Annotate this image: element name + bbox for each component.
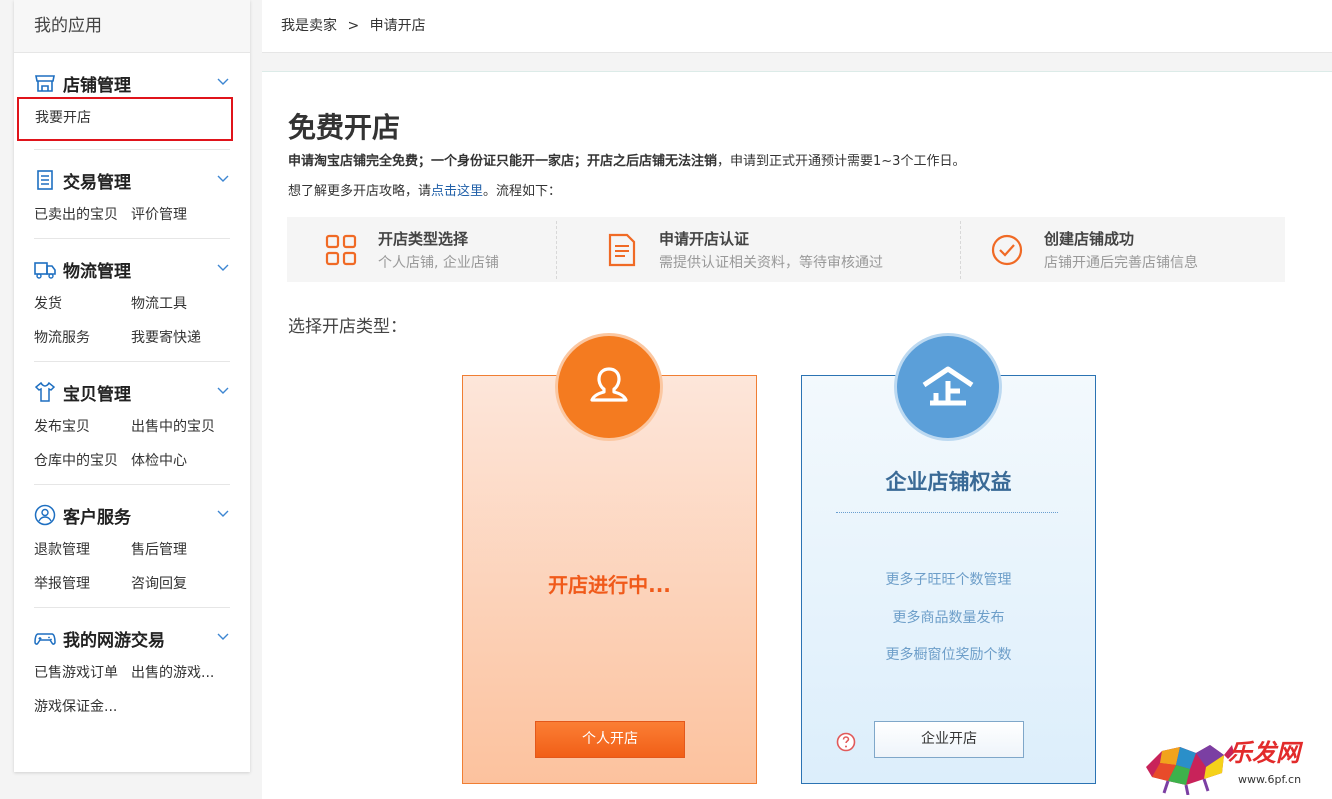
chevron-down-icon[interactable] bbox=[216, 383, 230, 397]
step-title: 申请开店认证 bbox=[659, 229, 750, 248]
sidebar-item-items-on-sale[interactable]: 出售中的宝贝 bbox=[131, 410, 228, 444]
process-steps: 开店类型选择 个人店铺, 企业店铺 申请开店认证 需提供认证相关资料，等待审核通… bbox=[287, 217, 1285, 282]
sidebar-item-games-for-sale[interactable]: 出售的游戏... bbox=[131, 656, 228, 690]
receipt-icon bbox=[34, 169, 56, 191]
check-circle-icon bbox=[991, 234, 1023, 265]
chevron-down-icon[interactable] bbox=[216, 171, 230, 185]
grid-icon bbox=[325, 234, 357, 265]
watermark-text: 乐发网 bbox=[1228, 738, 1300, 767]
section-title: 宝贝管理 bbox=[63, 384, 131, 405]
description-rest: ，申请到正式开通预计需要1~3个工作日。 bbox=[717, 154, 966, 169]
section-header-shop[interactable]: 店铺管理 bbox=[34, 71, 230, 96]
description-pre: 想了解更多开店攻略，请 bbox=[288, 184, 432, 199]
step-apply-certification: 申请开店认证 需提供认证相关资料，等待审核通过 bbox=[605, 217, 883, 282]
section-links: 发布宝贝 出售中的宝贝 仓库中的宝贝 体检中心 bbox=[34, 410, 230, 478]
section-header-trade[interactable]: 交易管理 bbox=[34, 168, 230, 193]
section-title: 我的网游交易 bbox=[63, 630, 165, 651]
section-title: 交易管理 bbox=[63, 172, 131, 193]
user-circle-icon bbox=[34, 504, 56, 526]
sidebar-item-items-in-warehouse[interactable]: 仓库中的宝贝 bbox=[34, 444, 131, 478]
chevron-down-icon[interactable] bbox=[216, 260, 230, 274]
sidebar-item-logistics-service[interactable]: 物流服务 bbox=[34, 321, 131, 355]
section-customer-service: 客户服务 退款管理 售后管理 举报管理 咨询回复 bbox=[34, 485, 230, 608]
sidebar-item-after-sales[interactable]: 售后管理 bbox=[131, 533, 228, 567]
page-title: 免费开店 bbox=[288, 111, 401, 144]
breadcrumb-separator: > bbox=[347, 18, 360, 34]
help-icon[interactable] bbox=[836, 732, 856, 752]
section-header-items[interactable]: 宝贝管理 bbox=[34, 380, 230, 405]
step-title: 开店类型选择 bbox=[378, 229, 469, 248]
section-item-management: 宝贝管理 发布宝贝 出售中的宝贝 仓库中的宝贝 体检中心 bbox=[34, 362, 230, 485]
section-title: 物流管理 bbox=[63, 261, 131, 282]
sidebar-item-open-shop[interactable]: 我要开店 bbox=[17, 97, 233, 141]
benefit-item: 更多橱窗位奖励个数 bbox=[885, 647, 1012, 663]
title-divider bbox=[836, 512, 1058, 513]
watermark-url: www.6pf.cn bbox=[1238, 773, 1302, 786]
sidebar-item-inquiry-reply[interactable]: 咨询回复 bbox=[131, 567, 228, 601]
chevron-down-icon[interactable] bbox=[216, 629, 230, 643]
truck-icon bbox=[34, 258, 56, 280]
main-content: 免费开店 申请淘宝店铺完全免费；一个身份证只能开一家店；开店之后店铺无法注销，申… bbox=[262, 71, 1332, 799]
sidebar: 我的应用 店铺管理 我要开店 交易管理 已卖出的宝贝 评价管理 物流管理 发货 … bbox=[14, 0, 250, 772]
description-line-1: 申请淘宝店铺完全免费；一个身份证只能开一家店；开店之后店铺无法注销，申请到正式开… bbox=[288, 150, 965, 169]
sidebar-item-publish-item[interactable]: 发布宝贝 bbox=[34, 410, 131, 444]
shop-icon bbox=[34, 72, 56, 94]
section-links: 已售游戏订单 出售的游戏... 游戏保证金... bbox=[34, 656, 230, 724]
sidebar-item-refunds[interactable]: 退款管理 bbox=[34, 533, 131, 567]
step-subtitle: 店铺开通后完善店铺信息 bbox=[1044, 254, 1198, 271]
benefit-item: 更多子旺旺个数管理 bbox=[885, 572, 1012, 588]
sidebar-item-review-management[interactable]: 评价管理 bbox=[131, 198, 228, 232]
enterprise-icon bbox=[897, 336, 999, 438]
sidebar-item-sold-items[interactable]: 已卖出的宝贝 bbox=[34, 198, 131, 232]
section-header-game[interactable]: 我的网游交易 bbox=[34, 626, 230, 651]
personal-user-icon bbox=[558, 336, 660, 438]
choose-type-label: 选择开店类型： bbox=[288, 317, 407, 337]
section-header-logistics[interactable]: 物流管理 bbox=[34, 257, 230, 282]
shop-in-progress-text: 开店进行中... bbox=[548, 573, 671, 597]
breadcrumb-seller[interactable]: 我是卖家 bbox=[281, 18, 337, 34]
sidebar-item-game-deposit[interactable]: 游戏保证金... bbox=[34, 690, 230, 724]
enterprise-shop-card: 企业店铺权益 更多子旺旺个数管理 更多商品数量发布 更多橱窗位奖励个数 企业开店 bbox=[801, 336, 1096, 784]
step-subtitle: 个人店铺, 企业店铺 bbox=[378, 254, 499, 271]
personal-shop-card: 开店进行中... 个人开店 bbox=[462, 336, 757, 784]
open-personal-shop-button[interactable]: 个人开店 bbox=[535, 721, 685, 758]
description-post: 。流程如下： bbox=[483, 184, 562, 199]
breadcrumb: 我是卖家 > 申请开店 bbox=[262, 0, 1332, 53]
section-header-customer[interactable]: 客户服务 bbox=[34, 503, 230, 528]
shirt-icon bbox=[34, 381, 56, 403]
step-shop-created: 创建店铺成功 店铺开通后完善店铺信息 bbox=[990, 217, 1198, 282]
section-title: 客户服务 bbox=[63, 507, 131, 528]
section-links: 发货 物流工具 物流服务 我要寄快递 bbox=[34, 287, 230, 355]
sidebar-item-reports[interactable]: 举报管理 bbox=[34, 567, 131, 601]
step-divider bbox=[960, 221, 961, 279]
benefit-item: 更多商品数量发布 bbox=[892, 610, 1005, 626]
open-enterprise-shop-button[interactable]: 企业开店 bbox=[874, 721, 1024, 758]
section-game-trading: 我的网游交易 已售游戏订单 出售的游戏... 游戏保证金... bbox=[34, 608, 230, 730]
sidebar-item-game-orders[interactable]: 已售游戏订单 bbox=[34, 656, 131, 690]
chevron-down-icon[interactable] bbox=[216, 506, 230, 520]
enterprise-benefits-title: 企业店铺权益 bbox=[885, 470, 1012, 494]
section-title: 店铺管理 bbox=[63, 75, 131, 96]
chevron-down-icon[interactable] bbox=[216, 74, 230, 88]
sidebar-item-logistics-tools[interactable]: 物流工具 bbox=[131, 287, 228, 321]
step-choose-type: 开店类型选择 个人店铺, 企业店铺 bbox=[324, 217, 499, 282]
step-subtitle: 需提供认证相关资料，等待审核通过 bbox=[659, 254, 883, 271]
sidebar-title: 我的应用 bbox=[14, 0, 250, 53]
section-links: 已卖出的宝贝 评价管理 bbox=[34, 198, 230, 232]
sidebar-item-ship[interactable]: 发货 bbox=[34, 287, 131, 321]
step-title: 创建店铺成功 bbox=[1044, 229, 1135, 248]
section-trade-management: 交易管理 已卖出的宝贝 评价管理 bbox=[34, 150, 230, 239]
sidebar-item-checkup-center[interactable]: 体检中心 bbox=[131, 444, 228, 478]
click-here-link[interactable]: 点击这里 bbox=[431, 184, 483, 199]
document-icon bbox=[608, 233, 636, 266]
description-bold: 申请淘宝店铺完全免费；一个身份证只能开一家店；开店之后店铺无法注销 bbox=[288, 154, 718, 169]
gamepad-icon bbox=[34, 627, 56, 649]
description-line-2: 想了解更多开店攻略，请点击这里。流程如下： bbox=[288, 180, 561, 199]
sidebar-item-send-express[interactable]: 我要寄快递 bbox=[131, 321, 228, 355]
section-logistics-management: 物流管理 发货 物流工具 物流服务 我要寄快递 bbox=[34, 239, 230, 362]
section-links: 退款管理 售后管理 举报管理 咨询回复 bbox=[34, 533, 230, 601]
step-divider bbox=[556, 221, 557, 279]
breadcrumb-current: 申请开店 bbox=[369, 18, 426, 34]
